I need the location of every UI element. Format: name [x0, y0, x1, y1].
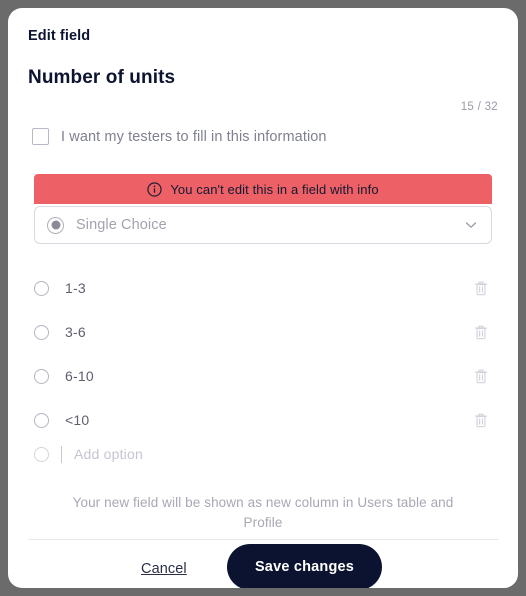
page-title: Number of units: [28, 67, 176, 88]
field-type-value: Single Choice: [76, 217, 167, 233]
footer-divider: [28, 539, 498, 540]
radio-icon[interactable]: [34, 368, 49, 384]
dialog-content: Edit field Number of units 15 / 32 I wan…: [8, 8, 518, 588]
chevron-down-icon[interactable]: [463, 217, 479, 233]
dialog-eyebrow: Edit field: [28, 28, 91, 44]
testers-checkbox-label: I want my testers to fill in this inform…: [61, 128, 327, 145]
radio-icon[interactable]: [34, 280, 49, 296]
warning-text: You can't edit this in a field with info: [170, 181, 379, 197]
option-label: 6-10: [65, 368, 94, 384]
info-icon: [147, 181, 162, 197]
radio-filled-icon: [47, 216, 64, 234]
option-label: <10: [65, 412, 90, 428]
add-option-input[interactable]: Add option: [74, 446, 143, 462]
trash-icon[interactable]: [473, 280, 489, 297]
footer-hint: Your new field will be shown as new colu…: [72, 495, 454, 530]
text-caret: [61, 445, 62, 463]
list-item[interactable]: 6-10: [34, 354, 492, 398]
radio-icon[interactable]: [34, 412, 49, 428]
save-button[interactable]: Save changes: [227, 544, 382, 588]
edit-field-dialog: Edit field Number of units 15 / 32 I wan…: [8, 8, 518, 588]
list-item[interactable]: 3-6: [34, 310, 492, 354]
warning-banner: You can't edit this in a field with info: [34, 174, 492, 204]
list-item[interactable]: 1-3: [34, 266, 492, 310]
radio-icon[interactable]: [34, 324, 49, 340]
option-label: 3-6: [65, 324, 86, 340]
character-counter: 15 / 32: [460, 101, 498, 113]
trash-icon[interactable]: [473, 324, 489, 341]
cancel-button[interactable]: Cancel: [141, 561, 187, 577]
radio-icon: [34, 446, 49, 462]
field-type-select[interactable]: Single Choice: [34, 206, 492, 244]
add-option-row[interactable]: Add option: [34, 438, 492, 470]
option-label: 1-3: [65, 280, 86, 296]
list-item[interactable]: <10: [34, 398, 492, 442]
checkbox-icon[interactable]: [32, 128, 49, 145]
trash-icon[interactable]: [473, 368, 489, 385]
options-list: 1-3 3-6 6-10 <10: [34, 266, 492, 442]
trash-icon[interactable]: [473, 412, 489, 429]
testers-checkbox-row[interactable]: I want my testers to fill in this inform…: [32, 128, 327, 145]
